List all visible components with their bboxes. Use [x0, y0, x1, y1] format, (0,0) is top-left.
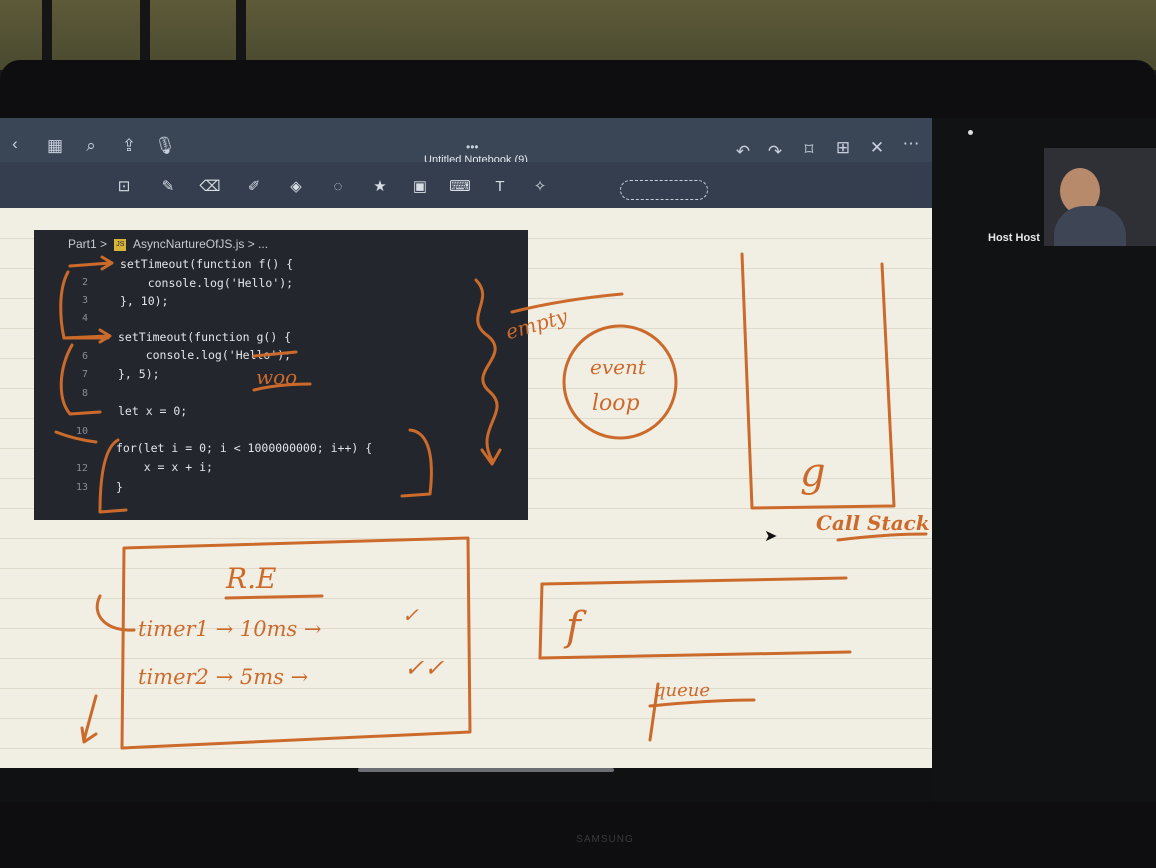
breadcrumb-part: Part1 >: [68, 237, 108, 251]
line-number: 7: [81, 369, 88, 380]
code-screenshot: [34, 230, 528, 520]
ruled-line: [0, 568, 966, 569]
search-icon[interactable]: ⌕: [80, 136, 102, 156]
participant-body: [1054, 206, 1126, 246]
document-scan-icon[interactable]: ⊡: [112, 176, 136, 198]
app-top-bar: ‹ ▦ ⌕ ⇪ 🎙 ••• Untitled Notebook (9) ↶ ↷ …: [0, 118, 932, 166]
chevron-left-icon[interactable]: ‹: [4, 134, 26, 154]
cable: [42, 0, 52, 68]
cable: [236, 0, 246, 68]
code-line: console.log('Hello');: [118, 348, 292, 362]
js-file-icon: JS: [114, 238, 127, 251]
line-number: 10: [75, 426, 88, 437]
breadcrumb: Part1 > JS AsyncNartureOfJS.js > ...: [68, 237, 268, 251]
code-line: }: [116, 480, 123, 494]
mouse-cursor-icon: ➤: [764, 528, 778, 545]
code-line: for(let i = 0; i < 1000000000; i++) {: [116, 441, 373, 455]
drawing-toolbar: ⊡ ✎ ⌫ ✐ ◈ ◌ ★ ▣ ⌨ T ✧: [0, 162, 932, 208]
lasso-icon[interactable]: ◌: [326, 176, 350, 198]
line-number: 12: [75, 463, 88, 474]
keyboard-icon[interactable]: ⌨: [448, 176, 472, 198]
sticker-icon[interactable]: ★: [368, 176, 392, 198]
line-number: 8: [81, 388, 88, 399]
line-number: 13: [75, 482, 88, 493]
line-number: 2: [81, 277, 88, 288]
ruled-line: [0, 658, 966, 659]
close-icon[interactable]: ✕: [866, 138, 888, 158]
microphone-icon[interactable]: 🎙: [154, 136, 176, 156]
code-line: setTimeout(function g() {: [118, 330, 292, 344]
code-line: }, 5);: [118, 367, 160, 381]
text-icon[interactable]: T: [488, 176, 512, 198]
ruled-line: [0, 718, 966, 719]
status-dot: [968, 130, 973, 135]
lasso-selection[interactable]: [620, 180, 708, 200]
add-page-icon[interactable]: ⊞: [832, 138, 854, 158]
more-dots[interactable]: •••: [466, 140, 479, 154]
code-line: x = x + i;: [116, 460, 213, 474]
bookmark-icon[interactable]: ⌑: [798, 140, 820, 160]
line-number: 4: [81, 313, 88, 324]
image-icon[interactable]: ▣: [408, 176, 432, 198]
participant-name: Host Host: [988, 232, 1040, 244]
redo-icon[interactable]: ↷: [764, 142, 786, 162]
page-scrollbar[interactable]: [358, 768, 614, 772]
ruled-line: [0, 538, 966, 539]
ruled-line: [0, 748, 966, 749]
share-icon[interactable]: ⇪: [118, 136, 140, 156]
line-number: 3: [81, 295, 88, 306]
cable: [140, 0, 150, 68]
code-line: let x = 0;: [118, 404, 188, 418]
breadcrumb-file: AsyncNartureOfJS.js > ...: [133, 237, 269, 251]
ruled-line: [0, 688, 966, 689]
ruled-line: [0, 598, 966, 599]
shapes-icon[interactable]: ◈: [284, 176, 308, 198]
participant-video[interactable]: [1044, 148, 1156, 246]
monitor-brand: SAMSUNG: [576, 834, 634, 845]
undo-icon[interactable]: ↶: [732, 142, 754, 162]
code-line: console.log('Hello');: [120, 276, 294, 290]
line-number: 6: [81, 351, 88, 362]
laser-pointer-icon[interactable]: ✧: [528, 176, 552, 198]
highlighter-icon[interactable]: ✐: [242, 176, 266, 198]
eraser-icon[interactable]: ⌫: [198, 176, 222, 198]
pen-icon[interactable]: ✎: [156, 176, 180, 198]
code-line: }, 10);: [120, 294, 169, 308]
ruled-line: [0, 628, 966, 629]
grid-icon[interactable]: ▦: [44, 136, 66, 156]
more-icon[interactable]: ⋯: [900, 134, 922, 154]
code-line: setTimeout(function f() {: [120, 257, 294, 271]
